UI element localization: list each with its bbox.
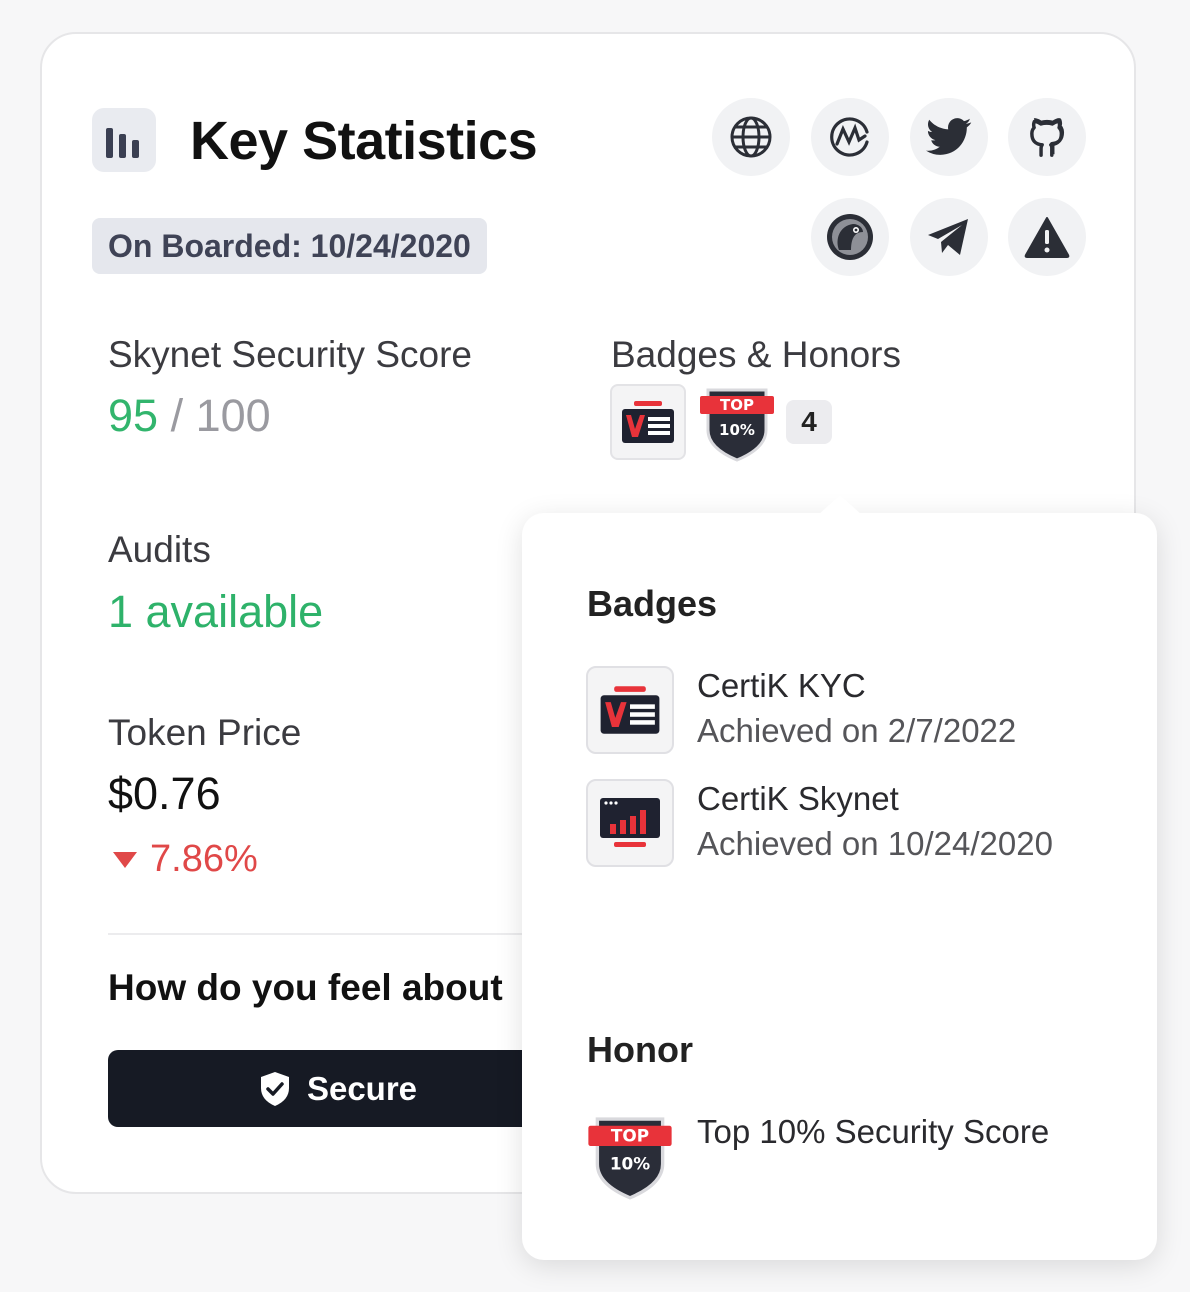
audits-available-link[interactable]: 1 available bbox=[108, 586, 323, 638]
top-10-honor-thumb[interactable]: TOP 10% bbox=[700, 382, 774, 462]
sentiment-question: How do you feel about bbox=[108, 967, 503, 1008]
shield-check-icon bbox=[260, 1071, 289, 1106]
audits-label: Audits bbox=[108, 529, 211, 570]
price-change-value: 7.86% bbox=[150, 838, 258, 880]
security-score-value: 95 bbox=[108, 390, 159, 441]
skynet-badge-icon bbox=[600, 798, 660, 847]
security-score: 95 / 100 bbox=[108, 390, 271, 442]
popover-arrow bbox=[818, 495, 862, 515]
popover-badges-heading: Badges bbox=[587, 583, 718, 624]
token-price-value: $0.76 bbox=[108, 768, 221, 819]
svg-text:TOP: TOP bbox=[611, 1126, 649, 1146]
badges-honors-label: Badges & Honors bbox=[611, 334, 902, 375]
website-link[interactable] bbox=[712, 98, 790, 176]
kyc-badge-icon bbox=[622, 401, 674, 443]
security-score-max: / 100 bbox=[158, 390, 271, 441]
warning-link[interactable] bbox=[1008, 198, 1086, 276]
security-score-label: Skynet Security Score bbox=[108, 334, 472, 375]
coingecko-icon bbox=[827, 214, 873, 260]
top-10-honor-icon: TOP 10% bbox=[588, 1117, 672, 1200]
twitter-link[interactable] bbox=[910, 98, 988, 176]
popover-honor-heading: Honor bbox=[587, 1029, 693, 1070]
warning-icon bbox=[1024, 217, 1070, 258]
badge-name: CertiK KYC bbox=[697, 667, 866, 704]
page-title: Key Statistics bbox=[190, 111, 538, 171]
more-badges-count[interactable]: 4 bbox=[786, 400, 832, 444]
onboarded-date-badge: On Boarded: 10/24/2020 bbox=[92, 218, 487, 274]
badge-name: CertiK Skynet bbox=[697, 780, 899, 817]
secure-button[interactable]: Secure bbox=[108, 1050, 568, 1127]
svg-text:TOP: TOP bbox=[720, 396, 754, 414]
telegram-link[interactable] bbox=[910, 198, 988, 276]
globe-icon bbox=[730, 116, 772, 158]
kyc-badge-icon bbox=[600, 686, 660, 734]
github-icon bbox=[1030, 118, 1065, 157]
token-price-label: Token Price bbox=[108, 712, 302, 753]
kyc-badge bbox=[586, 666, 674, 754]
coingecko-link[interactable] bbox=[811, 198, 889, 276]
coinmarketcap-link[interactable] bbox=[811, 98, 889, 176]
svg-text:10%: 10% bbox=[719, 421, 755, 439]
top-10-honor: TOP 10% bbox=[586, 1110, 674, 1200]
skynet-badge bbox=[586, 779, 674, 867]
badge-date: Achieved on 10/24/2020 bbox=[697, 825, 1053, 862]
secure-button-label: Secure bbox=[306, 1069, 418, 1107]
kyc-badge-thumb[interactable] bbox=[610, 384, 686, 460]
divider bbox=[108, 933, 568, 935]
top-10-honor-icon: TOP 10% bbox=[700, 388, 774, 462]
honor-name: Top 10% Security Score bbox=[697, 1113, 1050, 1150]
telegram-icon bbox=[928, 219, 968, 255]
twitter-icon bbox=[926, 118, 972, 155]
triangle-down-icon bbox=[113, 851, 137, 868]
bar-chart-icon bbox=[92, 108, 156, 172]
coinmarketcap-icon bbox=[830, 117, 869, 157]
github-link[interactable] bbox=[1008, 98, 1086, 176]
price-change: 7.86% bbox=[112, 838, 258, 881]
svg-text:10%: 10% bbox=[610, 1154, 650, 1174]
badge-date: Achieved on 2/7/2022 bbox=[697, 712, 1017, 749]
